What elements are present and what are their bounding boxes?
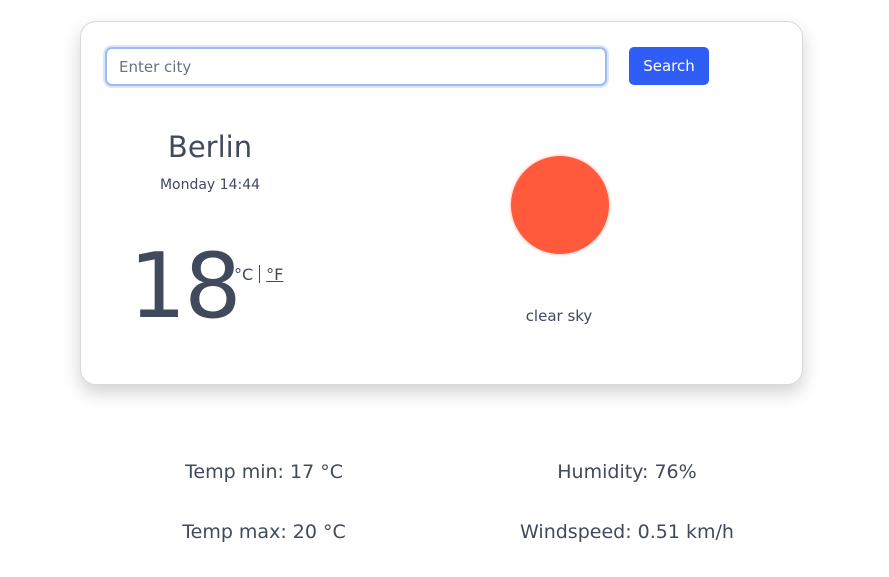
windspeed: Windspeed: 0.51 km/h xyxy=(520,521,734,543)
city-name: Berlin xyxy=(167,130,253,164)
date-time: Monday 14:44 xyxy=(159,177,261,193)
unit-divider xyxy=(259,265,261,283)
sun-icon xyxy=(511,156,609,254)
celsius-unit[interactable]: °C xyxy=(234,265,253,284)
city-search-input[interactable] xyxy=(105,47,607,86)
weather-description: clear sky xyxy=(525,307,593,325)
temp-min: Temp min: 17 °C xyxy=(185,461,343,483)
temp-max: Temp max: 20 °C xyxy=(182,521,346,543)
weather-card: Search Berlin Monday 14:44 18 °C °F clear… xyxy=(80,21,803,385)
current-temperature: 18 xyxy=(129,234,242,339)
humidity: Humidity: 76% xyxy=(557,461,697,483)
unit-toggle: °C °F xyxy=(234,265,283,284)
fahrenheit-link[interactable]: °F xyxy=(266,265,283,284)
search-button[interactable]: Search xyxy=(629,47,709,85)
